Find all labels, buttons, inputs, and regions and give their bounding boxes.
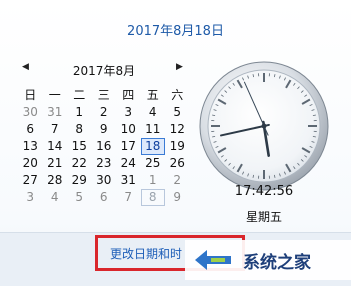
- calendar-week-row: 20212223242526: [18, 155, 190, 172]
- calendar-day[interactable]: 14: [43, 138, 68, 155]
- calendar: ◀ 2017年8月 ▶ 日 一 二 三 四 五 六 30311234567891…: [18, 60, 190, 206]
- calendar-day[interactable]: 8: [67, 121, 92, 138]
- calendar-day[interactable]: 12: [165, 121, 190, 138]
- calendar-day[interactable]: 17: [116, 138, 141, 155]
- calendar-day[interactable]: 30: [92, 172, 117, 189]
- calendar-day[interactable]: 2: [92, 104, 117, 121]
- calendar-day[interactable]: 7: [43, 121, 68, 138]
- calendar-day[interactable]: 2: [165, 172, 190, 189]
- weekday-text: 星期五: [198, 208, 330, 225]
- calendar-day[interactable]: 27: [18, 172, 43, 189]
- calendar-day[interactable]: 8: [141, 189, 166, 206]
- calendar-week-row: 272829303112: [18, 172, 190, 189]
- weekday-label: 日: [18, 86, 43, 104]
- calendar-day[interactable]: 24: [116, 155, 141, 172]
- calendar-day[interactable]: 6: [92, 189, 117, 206]
- weekday-label: 三: [92, 86, 117, 104]
- calendar-day[interactable]: 31: [116, 172, 141, 189]
- triangle-right-icon[interactable]: ▶: [176, 62, 183, 72]
- weekday-label: 六: [165, 86, 190, 104]
- calendar-week-row: 13141516171819: [18, 138, 190, 155]
- weekday-label: 五: [141, 86, 166, 104]
- calendar-day[interactable]: 22: [67, 155, 92, 172]
- calendar-nav: ◀ 2017年8月 ▶: [18, 60, 190, 80]
- calendar-day[interactable]: 29: [67, 172, 92, 189]
- calendar-day[interactable]: 5: [67, 189, 92, 206]
- calendar-day[interactable]: 31: [43, 104, 68, 121]
- calendar-day[interactable]: 16: [92, 138, 117, 155]
- watermark-text: 系统之家: [243, 248, 311, 273]
- weekday-label: 四: [116, 86, 141, 104]
- clock-center-pin: [262, 124, 267, 129]
- calendar-day[interactable]: 4: [141, 104, 166, 121]
- calendar-day[interactable]: 26: [165, 155, 190, 172]
- calendar-day[interactable]: 25: [141, 155, 166, 172]
- calendar-week-row: 303112345: [18, 104, 190, 121]
- calendar-day-selected[interactable]: 18: [141, 138, 166, 155]
- calendar-day[interactable]: 3: [18, 189, 43, 206]
- calendar-day[interactable]: 4: [43, 189, 68, 206]
- weekday-label: 一: [43, 86, 68, 104]
- calendar-day[interactable]: 9: [92, 121, 117, 138]
- calendar-day[interactable]: 20: [18, 155, 43, 172]
- calendar-day[interactable]: 28: [43, 172, 68, 189]
- calendar-grid: 3031123456789101112131415161718192021222…: [18, 104, 190, 206]
- calendar-day[interactable]: 7: [116, 189, 141, 206]
- weekday-label: 二: [67, 86, 92, 104]
- calendar-day[interactable]: 1: [141, 172, 166, 189]
- weekday-header-row: 日 一 二 三 四 五 六: [18, 86, 190, 104]
- calendar-day[interactable]: 19: [165, 138, 190, 155]
- system-home-logo-icon: [191, 244, 235, 276]
- calendar-day[interactable]: 10: [116, 121, 141, 138]
- calendar-day[interactable]: 15: [67, 138, 92, 155]
- calendar-day[interactable]: 23: [92, 155, 117, 172]
- calendar-day[interactable]: 5: [165, 104, 190, 121]
- calendar-day[interactable]: 21: [43, 155, 68, 172]
- calendar-day[interactable]: 3: [116, 104, 141, 121]
- calendar-week-row: 3456789: [18, 189, 190, 206]
- calendar-day[interactable]: 13: [18, 138, 43, 155]
- calendar-day[interactable]: 30: [18, 104, 43, 121]
- analog-clock: [198, 60, 330, 192]
- watermark: 系统之家: [185, 240, 351, 280]
- full-date-header[interactable]: 2017年8月18日: [0, 20, 351, 39]
- digital-time: 17:42:56: [198, 184, 330, 199]
- calendar-week-row: 6789101112: [18, 121, 190, 138]
- calendar-day[interactable]: 1: [67, 104, 92, 121]
- calendar-day[interactable]: 6: [18, 121, 43, 138]
- calendar-day[interactable]: 11: [141, 121, 166, 138]
- calendar-day[interactable]: 9: [165, 189, 190, 206]
- month-title[interactable]: 2017年8月: [18, 62, 190, 79]
